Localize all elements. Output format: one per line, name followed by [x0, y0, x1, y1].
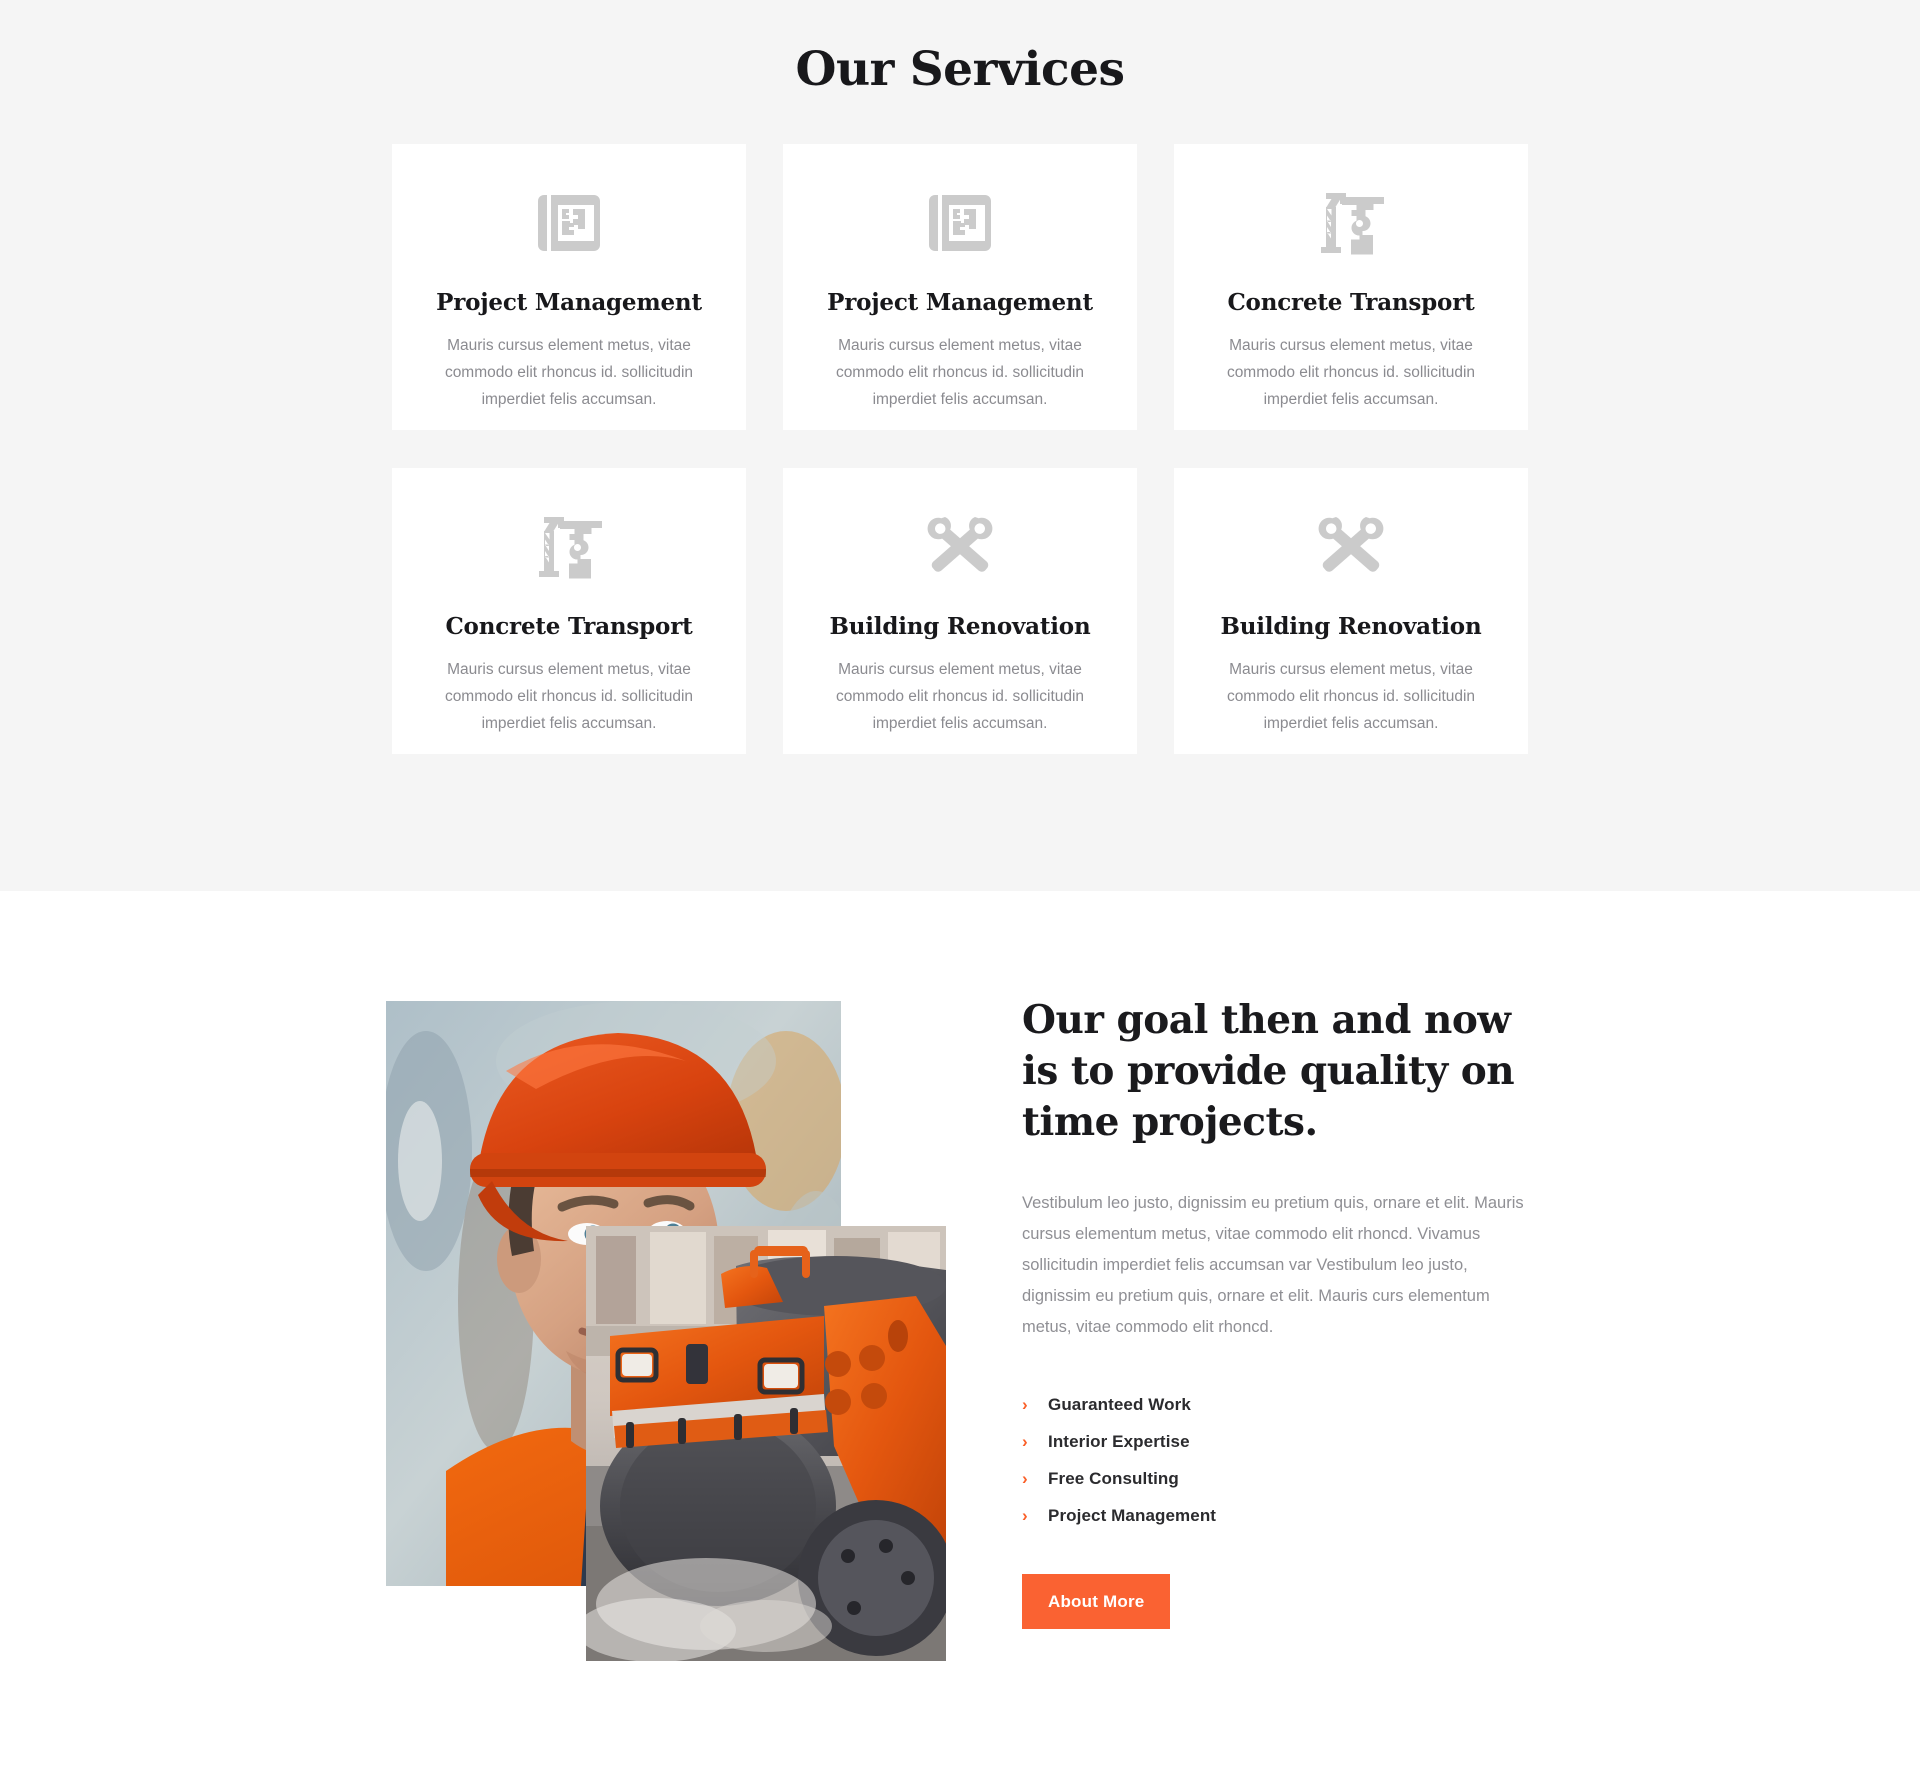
service-card-title: Concrete Transport [1227, 289, 1475, 317]
about-paragraph: Vestibulum leo justo, dignissim eu preti… [1022, 1194, 1524, 1336]
blueprint-icon [926, 188, 994, 258]
service-card[interactable]: Project Management Mauris cursus element… [392, 144, 746, 431]
service-card-description: Mauris cursus element metus, vitae commo… [1226, 337, 1476, 409]
service-card-description: Mauris cursus element metus, vitae commo… [835, 661, 1085, 733]
feature-label: Project Management [1048, 1505, 1217, 1525]
chevron-right-icon: › [1022, 1506, 1028, 1525]
service-card-title: Building Renovation [1220, 613, 1482, 641]
service-card-title: Building Renovation [829, 613, 1091, 641]
feature-item-free-consulting[interactable]: › Free Consulting [1022, 1460, 1530, 1497]
crane-icon [1317, 188, 1385, 258]
service-card-title: Project Management [436, 289, 702, 317]
service-card[interactable]: Building Renovation Mauris cursus elemen… [783, 468, 1137, 755]
feature-label: Guaranteed Work [1048, 1394, 1191, 1414]
page-title: Our Services [795, 42, 1126, 97]
service-card-description: Mauris cursus element metus, vitae commo… [1226, 661, 1476, 733]
about-text-column: Our goal then and now is to provide qual… [1022, 995, 1530, 1629]
service-card[interactable]: Project Management Mauris cursus element… [783, 144, 1137, 431]
feature-item-interior-expertise[interactable]: › Interior Expertise [1022, 1423, 1530, 1460]
feature-label: Free Consulting [1048, 1468, 1179, 1488]
feature-item-project-management[interactable]: › Project Management [1022, 1497, 1530, 1534]
feature-label: Interior Expertise [1048, 1431, 1190, 1451]
service-card[interactable]: Building Renovation Mauris cursus elemen… [1174, 468, 1528, 755]
service-card-description: Mauris cursus element metus, vitae commo… [835, 337, 1085, 409]
wrenches-icon [926, 512, 994, 582]
about-media-column [386, 1001, 946, 1661]
about-section: Our goal then and now is to provide qual… [0, 891, 1920, 1767]
service-card-description: Mauris cursus element metus, vitae commo… [444, 337, 694, 409]
chevron-right-icon: › [1022, 1432, 1028, 1451]
service-card-title: Concrete Transport [445, 613, 693, 641]
blueprint-icon [535, 188, 603, 258]
services-card-grid: Project Management Mauris cursus element… [392, 144, 1528, 755]
service-card-title: Project Management [827, 289, 1093, 317]
road-roller-photo [586, 1226, 946, 1661]
services-section: Our Services Project Management Mauris c… [0, 0, 1920, 891]
about-heading: Our goal then and now is to provide qual… [1022, 997, 1515, 1145]
crane-icon [535, 512, 603, 582]
service-card-description: Mauris cursus element metus, vitae commo… [444, 661, 694, 733]
about-feature-list: › Guaranteed Work › Interior Expertise ›… [1022, 1386, 1530, 1534]
service-card[interactable]: Concrete Transport Mauris cursus element… [1174, 144, 1528, 431]
service-card[interactable]: Concrete Transport Mauris cursus element… [392, 468, 746, 755]
chevron-right-icon: › [1022, 1469, 1028, 1488]
chevron-right-icon: › [1022, 1395, 1028, 1414]
about-more-button[interactable]: About More [1022, 1574, 1171, 1629]
wrenches-icon [1317, 512, 1385, 582]
feature-item-guaranteed-work[interactable]: › Guaranteed Work [1022, 1386, 1530, 1423]
